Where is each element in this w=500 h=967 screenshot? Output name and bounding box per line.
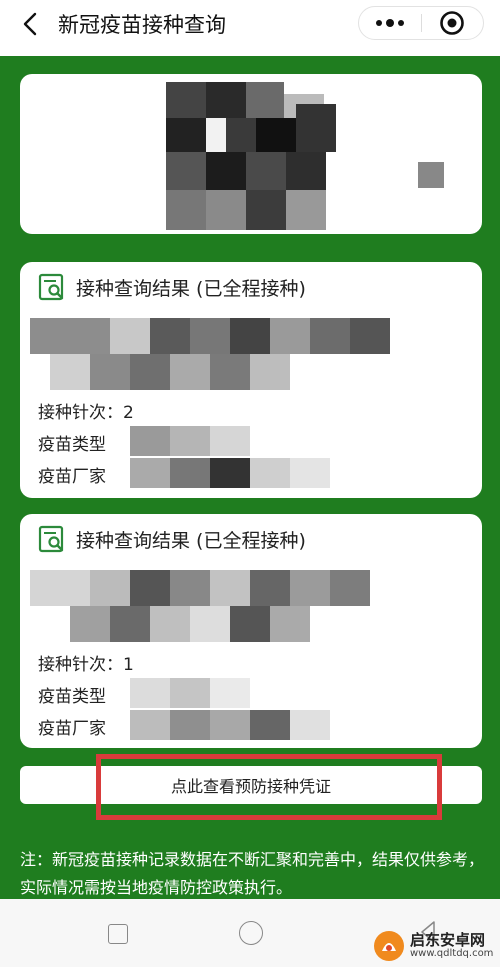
vaccine-maker-label: 疫苗厂家: [38, 719, 106, 739]
close-target-icon[interactable]: [421, 7, 483, 39]
pixelated-vaccine-maker: [130, 710, 380, 740]
vaccine-type-label: 疫苗类型: [38, 435, 106, 455]
vaccination-result-card-2: 接种查询结果 (已全程接种) 接种针次：1 疫苗类型 疫苗厂家: [20, 514, 482, 748]
disclaimer-note: 注：新冠疫苗接种记录数据在不断汇聚和完善中，结果仅供参考，实际情况需按当地疫情防…: [20, 850, 485, 897]
mini-program-capsule: [358, 6, 484, 40]
watermark-logo-icon: [374, 930, 404, 961]
back-arrow-icon[interactable]: [18, 12, 42, 36]
pixelated-vaccine-type: [130, 426, 330, 456]
pixelated-vaccine-type: [130, 678, 330, 708]
result-title: 接种查询结果 (已全程接种): [76, 529, 306, 552]
top-bar: 新冠疫苗接种查询: [0, 0, 500, 48]
more-options-icon[interactable]: [359, 7, 421, 39]
card-header: 接种查询结果 (已全程接种): [20, 262, 482, 312]
watermark-site-url: www.qdltdq.com: [410, 948, 494, 960]
dose-count-label: 接种针次：1: [38, 655, 134, 675]
recent-apps-icon[interactable]: [108, 924, 128, 944]
site-watermark: 启东安卓网 www.qdltdq.com: [372, 924, 500, 967]
dose-count-label: 接种针次：2: [38, 403, 134, 423]
watermark-site-name: 启东安卓网: [410, 930, 486, 949]
search-document-icon: [38, 525, 64, 553]
pixelated-personal-info: [20, 74, 482, 234]
vaccine-type-label: 疫苗类型: [38, 687, 106, 707]
pixelated-vaccine-maker: [130, 458, 380, 488]
view-vaccination-voucher-button[interactable]: 点此查看预防接种凭证: [20, 766, 482, 804]
vaccination-result-card-1: 接种查询结果 (已全程接种) 接种针次：2 疫苗类型 疫苗厂家: [20, 262, 482, 498]
result-title: 接种查询结果 (已全程接种): [76, 277, 306, 300]
page-title: 新冠疫苗接种查询: [58, 13, 226, 37]
card-header: 接种查询结果 (已全程接种): [20, 514, 482, 564]
pixelated-recipient-info: [30, 318, 470, 390]
home-icon[interactable]: [239, 921, 263, 945]
search-document-icon: [38, 273, 64, 301]
vaccine-maker-label: 疫苗厂家: [38, 467, 106, 487]
personal-info-card: [20, 74, 482, 234]
pixelated-recipient-info: [30, 570, 470, 642]
